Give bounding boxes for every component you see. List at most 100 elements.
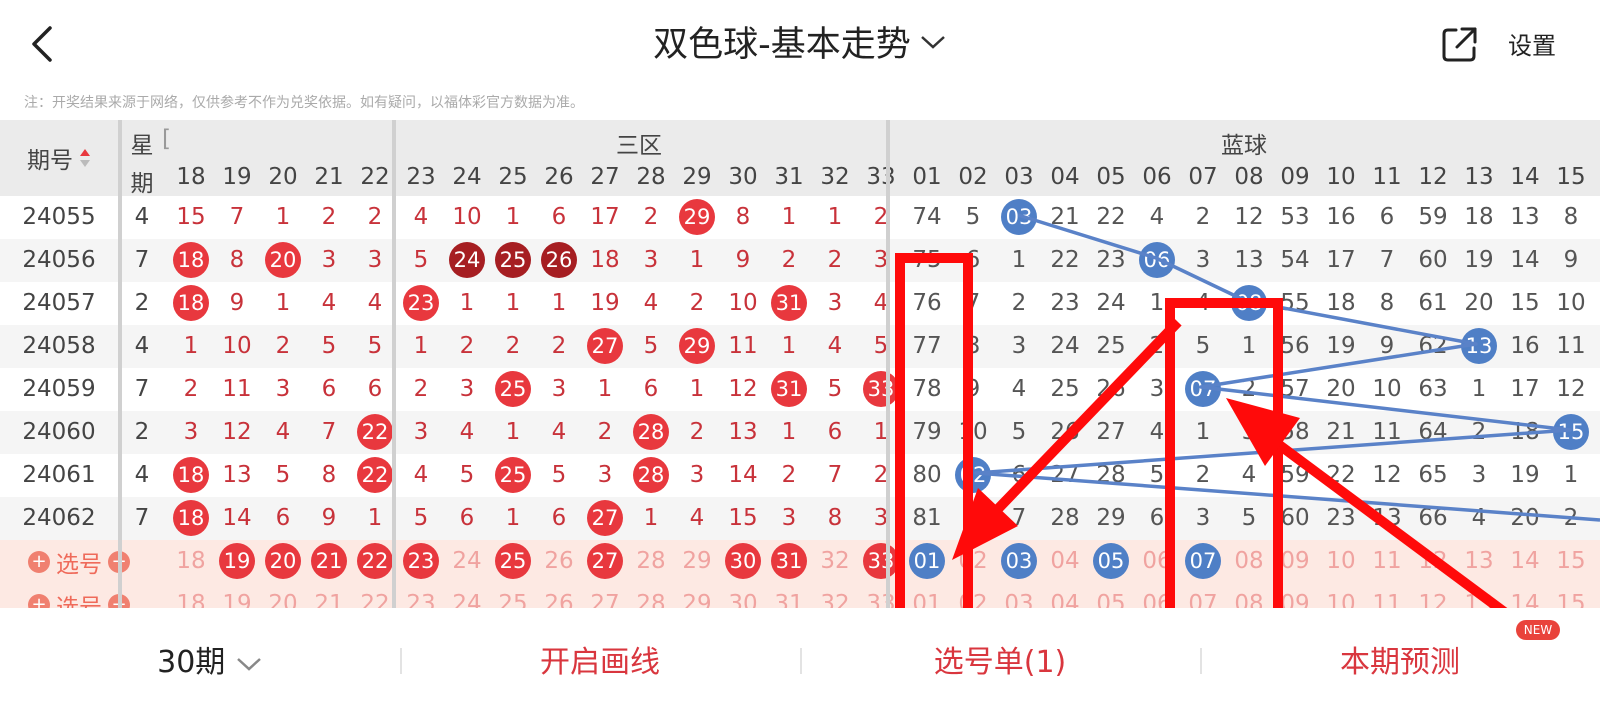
blue-cell: 59 <box>1280 462 1310 488</box>
select-blue-cell[interactable]: 11 <box>1364 540 1410 583</box>
select-blue-cell[interactable]: 08 <box>1226 540 1272 583</box>
select-red-cell[interactable]: 18 <box>168 540 214 583</box>
red-cell: 11 <box>222 376 252 402</box>
blue-cell: 60 <box>1280 505 1310 531</box>
blue-cell: 76 <box>912 290 942 316</box>
blue-cell: 1 <box>1241 333 1257 359</box>
select-red-cell[interactable]: 31 <box>766 540 812 583</box>
red-column-header: 18 <box>176 164 206 190</box>
blue-cell: 29 <box>1096 505 1126 531</box>
blue-ball: 13 <box>1461 328 1497 364</box>
red-cell: 6 <box>321 376 337 402</box>
red-cell: 19 <box>590 290 620 316</box>
periods-selector[interactable]: 30期 <box>130 638 290 688</box>
select-red-cell[interactable]: 25 <box>490 540 536 583</box>
select-blue-cell[interactable]: 01 <box>904 540 950 583</box>
select-blue-cell[interactable]: 04 <box>1042 540 1088 583</box>
plus-icon[interactable]: + <box>28 550 50 573</box>
select-red-cell[interactable]: 27 <box>582 540 628 583</box>
share-icon[interactable] <box>1440 24 1480 64</box>
select-red-cell[interactable]: 29 <box>674 540 720 583</box>
select-red-cell[interactable]: 21 <box>306 540 352 583</box>
select-red-cell[interactable]: 24 <box>444 540 490 583</box>
trend-table: 期号 星 期 [ 三区 蓝球 18 19 20 21 22 23 24 25 26 27 28 29 3… <box>0 120 1600 620</box>
red-cell: 2 <box>597 419 613 445</box>
select-red-cell[interactable]: 33 <box>858 540 904 583</box>
table-row: 24058 4 1 10 2 5 5 1 2 2 2 27 5 29 11 1 4 5 77 8 3 24 25 2 5 1 56 1… <box>0 325 1600 368</box>
select-blue-cell[interactable]: 03 <box>996 540 1042 583</box>
predict-button[interactable]: 本期预测 <box>1202 638 1598 688</box>
red-cell: 5 <box>413 247 429 273</box>
blue-cell: 23 <box>1050 290 1080 316</box>
red-cell: 2 <box>321 204 337 230</box>
select-blue-cell[interactable]: 13 <box>1456 540 1502 583</box>
blue-cell: 28 <box>1096 462 1126 488</box>
red-ball: 25 <box>495 242 531 278</box>
red-cell: 27 <box>582 325 628 368</box>
red-cell: 1 <box>781 204 797 230</box>
select-blue-cell[interactable]: 09 <box>1272 540 1318 583</box>
red-cell: 1 <box>505 419 521 445</box>
red-cell: 6 <box>275 505 291 531</box>
red-cell: 31 <box>766 368 812 411</box>
settings-button[interactable]: 设置 <box>1508 26 1556 61</box>
red-cell: 3 <box>183 419 199 445</box>
red-cell: 4 <box>873 290 889 316</box>
red-cell: 28 <box>628 411 674 454</box>
select-blue-cell[interactable]: 06 <box>1134 540 1180 583</box>
red-column-header: 30 <box>728 164 758 190</box>
red-cell: 18 <box>168 497 214 540</box>
blue-cell: 02 <box>950 454 996 497</box>
period-cell: 24060 <box>22 419 96 445</box>
zone-two-label-edge: [ <box>162 126 171 152</box>
draw-line-button[interactable]: 开启画线 <box>402 638 798 688</box>
red-ball: 31 <box>771 371 807 407</box>
select-blue-cell[interactable]: 10 <box>1318 540 1364 583</box>
period-sort-header[interactable]: 期号 <box>0 120 118 196</box>
select-red-cell[interactable]: 32 <box>812 540 858 583</box>
blue-cell: 2 <box>1011 290 1027 316</box>
select-blue-cell[interactable]: 07 <box>1180 540 1226 583</box>
ticket-button[interactable]: 选号单(1) <box>802 638 1198 688</box>
red-cell: 5 <box>873 333 889 359</box>
select-red-cell[interactable]: 20 <box>260 540 306 583</box>
blue-cell: 19 <box>1464 247 1494 273</box>
red-cell: 2 <box>505 333 521 359</box>
red-cell: 2 <box>873 204 889 230</box>
blue-cell: 7 <box>965 290 981 316</box>
blue-cell: 64 <box>1418 419 1448 445</box>
new-badge: NEW <box>1516 620 1560 640</box>
red-cell: 3 <box>689 462 705 488</box>
select-blue-cell[interactable]: 14 <box>1502 540 1548 583</box>
select-red-cell[interactable]: 28 <box>628 540 674 583</box>
select-blue-cell[interactable]: 05 <box>1088 540 1134 583</box>
blue-cell: 25 <box>1096 333 1126 359</box>
title-dropdown[interactable]: 双色球-基本走势 <box>653 16 947 67</box>
select-red-cell[interactable]: 26 <box>536 540 582 583</box>
period-cell: 24056 <box>22 247 96 273</box>
select-blue-cell[interactable]: 02 <box>950 540 996 583</box>
blue-cell: 77 <box>912 333 942 359</box>
blue-cell: 4 <box>1471 505 1487 531</box>
select-red-cell[interactable]: 30 <box>720 540 766 583</box>
select-blue-cell[interactable]: 15 <box>1548 540 1594 583</box>
red-cell: 5 <box>321 333 337 359</box>
selected-red-ball: 25 <box>495 543 531 579</box>
red-cell: 12 <box>728 376 758 402</box>
red-cell: 31 <box>766 282 812 325</box>
selected-red-ball: 33 <box>863 543 899 579</box>
blue-cell: 2 <box>1195 462 1211 488</box>
select-red-cell[interactable]: 19 <box>214 540 260 583</box>
blue-cell: 1 <box>1011 247 1027 273</box>
blue-cell: 1 <box>1471 376 1487 402</box>
blue-column-header: 15 <box>1556 164 1586 190</box>
blue-cell: 2 <box>1149 333 1165 359</box>
blue-cell: 3 <box>1149 376 1165 402</box>
select-red-cell[interactable]: 23 <box>398 540 444 583</box>
red-cell: 4 <box>827 333 843 359</box>
red-cell: 1 <box>459 290 475 316</box>
red-cell: 1 <box>551 290 567 316</box>
red-cell: 2 <box>781 462 797 488</box>
select-blue-cell[interactable]: 12 <box>1410 540 1456 583</box>
blue-cell: 5 <box>1241 505 1257 531</box>
